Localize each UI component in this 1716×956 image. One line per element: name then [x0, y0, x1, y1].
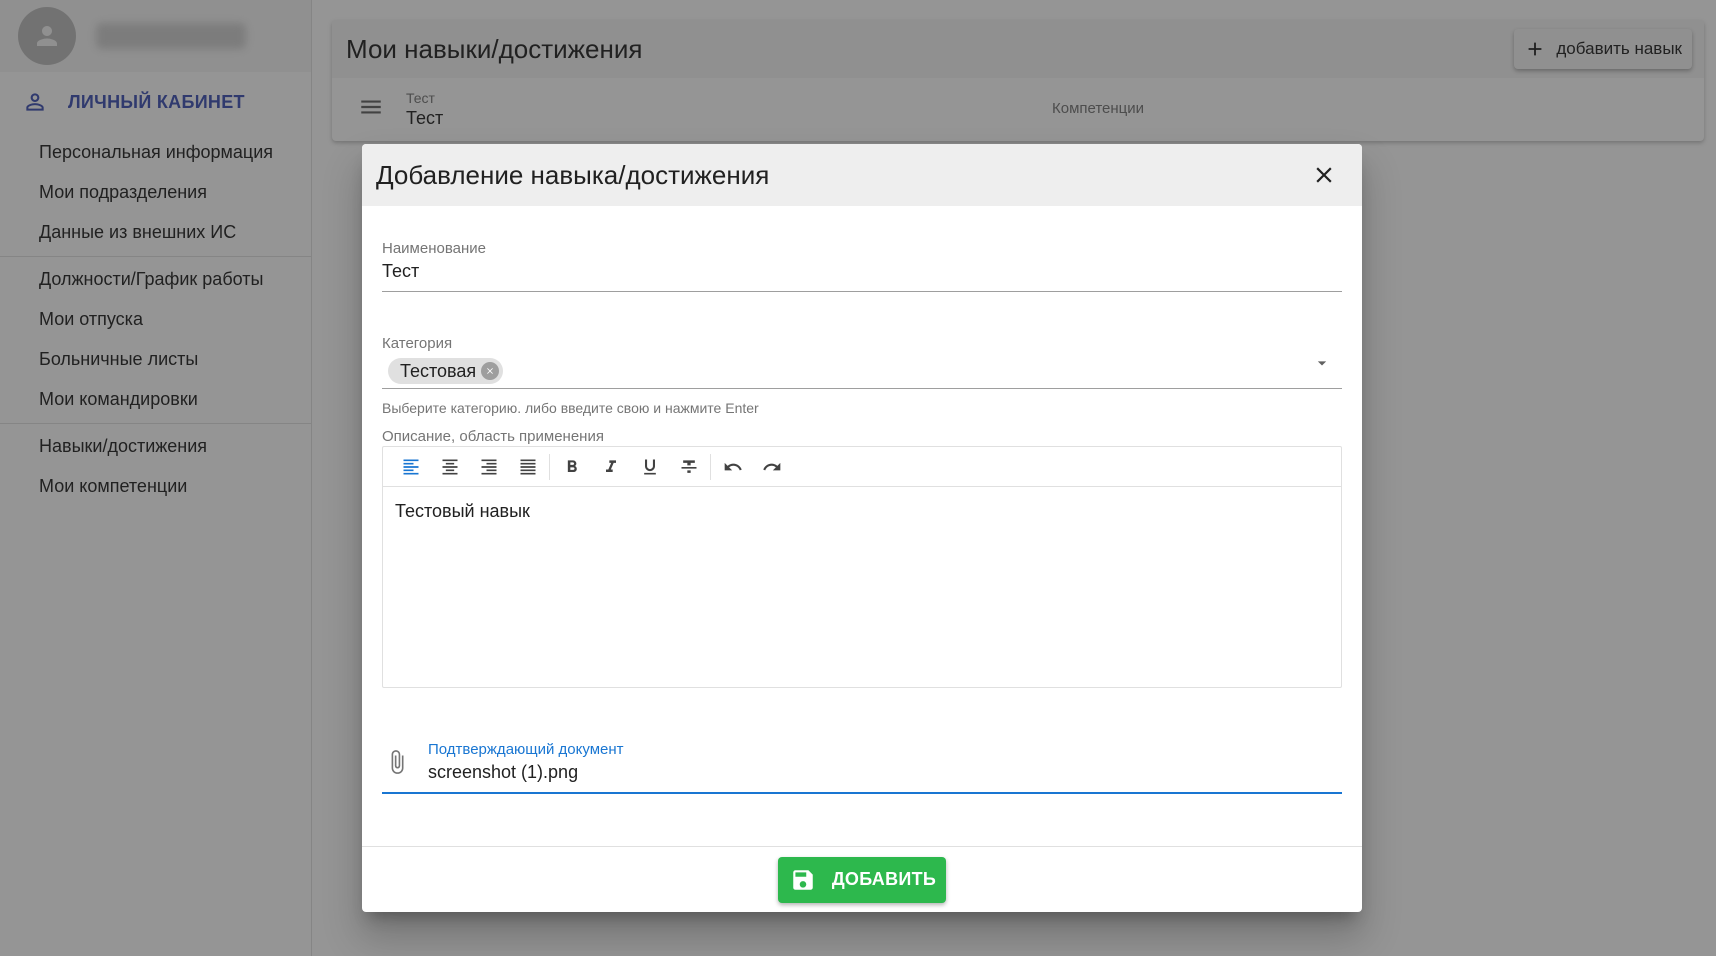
align-left-icon	[403, 459, 418, 474]
toolbar-divider	[710, 453, 711, 480]
document-filename: screenshot (1).png	[428, 762, 579, 782]
document-label: Подтверждающий документ	[428, 741, 624, 758]
redo-icon	[762, 462, 780, 470]
category-label: Категория	[382, 335, 453, 352]
category-hint: Выберите категорию. либо введите свою и …	[382, 400, 759, 416]
undo-icon	[724, 462, 742, 470]
add-button-label: ДОБАВИТЬ	[831, 869, 937, 889]
dialog-footer: ДОБАВИТЬ	[362, 846, 1362, 912]
category-chip-label: Тестовая	[400, 360, 477, 381]
align-right-button[interactable]	[469, 451, 508, 483]
italic-icon	[605, 459, 616, 472]
bold-icon	[567, 459, 577, 472]
paperclip-icon[interactable]	[384, 747, 410, 777]
close-icon	[1316, 167, 1332, 183]
description-label: Описание, область применения	[382, 428, 604, 445]
close-button[interactable]	[1306, 157, 1342, 193]
document-text: Подтверждающий документ screenshot (1).p…	[428, 741, 624, 783]
align-center-button[interactable]	[430, 451, 469, 483]
close-icon	[487, 368, 494, 374]
align-left-button[interactable]	[391, 451, 430, 483]
chip-remove-button[interactable]	[481, 362, 500, 380]
dialog-title: Добавление навыка/достижения	[376, 159, 770, 190]
description-editor: Тестовый навык	[382, 446, 1342, 688]
dialog-body: Наименование Тест Категория Тестовая Выб…	[362, 240, 1362, 794]
redo-button[interactable]	[752, 451, 791, 483]
add-button[interactable]: ДОБАВИТЬ	[777, 856, 947, 903]
align-justify-button[interactable]	[508, 451, 547, 483]
name-input[interactable]: Тест	[382, 261, 1342, 282]
underline-icon	[643, 459, 656, 474]
description-content[interactable]: Тестовый навык	[383, 487, 1341, 536]
category-field[interactable]: Категория Тестовая	[382, 335, 1342, 389]
italic-button[interactable]	[591, 451, 630, 483]
dropdown-arrow-icon[interactable]	[1312, 353, 1332, 373]
toolbar-divider	[549, 453, 550, 480]
save-icon	[793, 869, 813, 890]
name-label: Наименование	[382, 240, 486, 257]
category-chip[interactable]: Тестовая	[388, 358, 504, 384]
underline-button[interactable]	[630, 451, 669, 483]
add-skill-dialog: Добавление навыка/достижения Наименовани…	[362, 144, 1362, 912]
name-field[interactable]: Наименование Тест	[382, 240, 1342, 292]
strikethrough-button[interactable]	[669, 451, 708, 483]
bold-button[interactable]	[552, 451, 591, 483]
align-right-icon	[481, 459, 496, 474]
strikethrough-icon	[681, 459, 696, 473]
align-justify-icon	[520, 459, 535, 474]
align-center-icon	[442, 459, 457, 474]
document-field[interactable]: Подтверждающий документ screenshot (1).p…	[382, 732, 1342, 794]
dialog-header: Добавление навыка/достижения	[362, 144, 1362, 206]
editor-toolbar	[383, 447, 1341, 487]
undo-button[interactable]	[713, 451, 752, 483]
